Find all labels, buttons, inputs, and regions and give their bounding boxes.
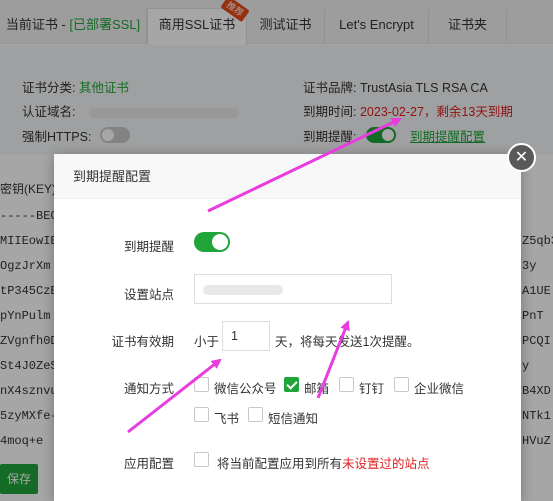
channel-feishu-label: 飞书 — [214, 412, 240, 426]
channel-email-label: 邮箱 — [304, 382, 330, 396]
apply-config-checkbox[interactable] — [194, 452, 209, 467]
site-select[interactable] — [194, 274, 392, 304]
validity-suffix: 天，将每天发送1次提醒。 — [275, 335, 420, 349]
apply-config-text-highlight: 未设置过的站点 — [342, 457, 430, 471]
validity-prefix: 小于 — [194, 335, 220, 349]
dialog-title: 到期提醒配置 — [54, 154, 521, 199]
channel-wecom-checkbox[interactable] — [394, 377, 409, 392]
channel-wecom-label: 企业微信 — [414, 382, 465, 396]
enable-reminder-toggle[interactable] — [194, 232, 230, 252]
site-label: 设置站点 — [123, 288, 174, 302]
channel-dingtalk-label: 钉钉 — [359, 382, 385, 396]
apply-config-text-prefix: 将当前配置应用到所有 — [217, 457, 343, 471]
toggle-knob — [212, 234, 228, 250]
notify-method-label: 通知方式 — [123, 382, 174, 396]
channel-wechat-mp-label: 微信公众号 — [214, 382, 277, 396]
apply-config-label: 应用配置 — [123, 457, 174, 471]
channel-wechat-mp-checkbox[interactable] — [194, 377, 209, 392]
enable-reminder-label: 到期提醒 — [123, 240, 174, 254]
channel-dingtalk-checkbox[interactable] — [339, 377, 354, 392]
apply-config-text: 将当前配置应用到所有未设置过的站点 — [217, 453, 430, 472]
channel-feishu-checkbox[interactable] — [194, 407, 209, 422]
expiry-reminder-dialog: 到期提醒配置 到期提醒 设置站点 证书有效期 小于 1 天，将每天发送1次提醒。… — [54, 154, 521, 501]
blurred-site-value — [203, 284, 283, 295]
channel-sms-label: 短信通知 — [268, 412, 319, 426]
channel-sms-checkbox[interactable] — [248, 407, 263, 422]
close-icon[interactable]: ✕ — [507, 143, 536, 172]
channel-email-checkbox[interactable] — [284, 377, 299, 392]
validity-days-input[interactable]: 1 — [222, 321, 270, 351]
validity-label: 证书有效期 — [111, 335, 174, 349]
